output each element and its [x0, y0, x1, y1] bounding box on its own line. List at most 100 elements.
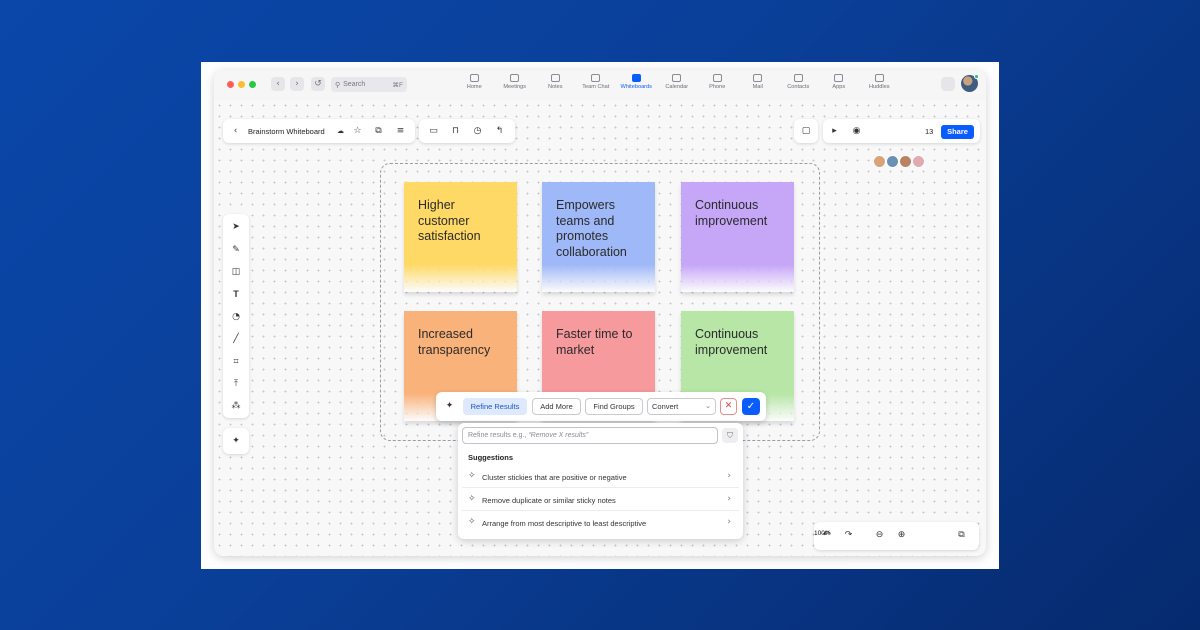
nav-item-huddles[interactable]: Huddles [859, 74, 900, 98]
board-title[interactable]: Brainstorm Whiteboard [248, 127, 325, 136]
filter-icon: ⛉ [727, 431, 733, 440]
sparkle-icon: ✧ [468, 471, 476, 481]
open-external-icon[interactable]: ⧉ [373, 126, 384, 137]
mail-icon [753, 74, 763, 82]
stamp-icon[interactable]: ⊓ [450, 126, 461, 137]
forward-button[interactable]: › [290, 77, 304, 91]
back-arrow-icon[interactable]: ‹ [230, 126, 241, 137]
pen-icon[interactable]: ✎ [231, 245, 242, 256]
ai-action-bar: ✦ Refine Results Add More Find Groups Co… [436, 392, 766, 421]
user-avatar[interactable] [961, 74, 979, 92]
collaborator-avatar[interactable] [886, 155, 899, 168]
nav-item-calendar[interactable]: Calendar [657, 74, 698, 98]
collaborator-avatar[interactable] [912, 155, 925, 168]
suggestion-item[interactable]: ✧ Arrange from most descriptive to least… [462, 512, 739, 534]
frame-icon[interactable]: ⌗ [231, 357, 242, 368]
nav-item-apps[interactable]: Apps [819, 74, 860, 98]
collaborator-avatar[interactable] [899, 155, 912, 168]
sticky-note[interactable]: Empowers teams and promotes collaboratio… [542, 182, 655, 292]
video-camera-icon[interactable]: ▸ [829, 126, 840, 137]
refine-results-input[interactable]: Refine results e.g., “Remove X results” [462, 427, 718, 444]
close-window-button[interactable] [227, 81, 234, 88]
zoom-in-icon[interactable]: ⊕ [896, 530, 907, 541]
favorite-star-icon[interactable]: ☆ [352, 126, 363, 137]
timer-icon[interactable]: ◷ [472, 126, 483, 137]
sticky-note-text: Higher customer satisfaction [418, 198, 481, 243]
account-switcher-button[interactable] [941, 77, 955, 91]
suggestions-panel: Refine results e.g., “Remove X results” … [458, 423, 743, 539]
nav-item-label: Notes [547, 84, 563, 90]
history-icon: ↺ [314, 79, 322, 89]
title-bar: ‹ › ↺ ⚲ Search ⌘F Home Meetings Notes Team … [214, 70, 986, 100]
convert-dropdown-label: Convert [652, 402, 679, 411]
follow-icon[interactable]: ↰ [494, 126, 505, 137]
search-input[interactable]: ⚲ Search ⌘F [331, 77, 407, 92]
minimap-icon[interactable]: ⧉ [956, 530, 967, 541]
sticky-note[interactable]: Continuous improvement [681, 182, 794, 292]
nav-item-label: Team Chat [582, 84, 610, 90]
comments-button[interactable]: ▢ [794, 119, 818, 143]
nav-item-label: Apps [832, 84, 846, 90]
board-header-toolbar: ‹ Brainstorm Whiteboard ☁ ☆ ⧉ ≡ [223, 119, 415, 143]
undo-icon[interactable]: ↶ [821, 530, 832, 541]
sticky-note[interactable]: Higher customer satisfaction [404, 182, 517, 292]
whiteboard-canvas[interactable]: ‹ Brainstorm Whiteboard ☁ ☆ ⧉ ≡ ▭ ⊓ ◷ ↰ … [214, 100, 986, 556]
sparkle-icon: ✧ [468, 517, 476, 527]
nav-item-mail[interactable]: Mail [738, 74, 779, 98]
nav-item-whiteboards[interactable]: Whiteboards [616, 74, 657, 98]
suggestion-item[interactable]: ✧ Remove duplicate or similar sticky not… [462, 489, 739, 511]
add-more-button[interactable]: Add More [532, 398, 581, 415]
refine-input-example: “Remove X results” [528, 432, 589, 439]
redo-icon[interactable]: ↷ [843, 530, 854, 541]
refine-results-button[interactable]: Refine Results [463, 398, 527, 415]
filter-button[interactable]: ⛉ [722, 428, 738, 443]
sticky-note-text: Empowers teams and promotes collaboratio… [556, 198, 627, 259]
refine-input-placeholder: Refine results e.g., [468, 432, 529, 439]
online-status-indicator [974, 74, 979, 79]
upload-icon[interactable]: ⤒ [231, 379, 242, 390]
select-pointer-icon[interactable]: ➤ [231, 222, 242, 233]
comment-icon: ▢ [801, 125, 811, 136]
convert-dropdown[interactable]: Convert ⌄ [647, 398, 716, 415]
accept-button[interactable]: ✓ [742, 398, 760, 415]
minimize-window-button[interactable] [238, 81, 245, 88]
present-icon[interactable]: ▭ [428, 126, 439, 137]
share-button[interactable]: Share [941, 125, 974, 139]
chevron-right-icon: › [727, 471, 731, 481]
ai-companion-button[interactable]: ✦ [223, 428, 249, 454]
nav-item-contacts[interactable]: Contacts [778, 74, 819, 98]
nav-item-label: Whiteboards [620, 84, 652, 90]
notes-icon [550, 74, 560, 82]
history-button[interactable]: ↺ [311, 77, 325, 91]
nav-item-phone[interactable]: Phone [697, 74, 738, 98]
chevron-right-icon: › [295, 79, 299, 89]
video-camera-icon [510, 74, 520, 82]
suggestion-text: Arrange from most descriptive to least d… [482, 519, 647, 528]
back-button[interactable]: ‹ [271, 77, 285, 91]
maximize-window-button[interactable] [249, 81, 256, 88]
line-icon[interactable]: ╱ [231, 334, 242, 345]
search-placeholder: Search [343, 81, 366, 88]
find-groups-button[interactable]: Find Groups [585, 398, 643, 415]
apps-icon [834, 74, 844, 82]
cloud-saved-icon: ☁ [337, 127, 344, 135]
menu-icon[interactable]: ≡ [395, 126, 406, 137]
whiteboard-icon [631, 74, 641, 82]
nav-item-meetings[interactable]: Meetings [495, 74, 536, 98]
sticky-note-icon[interactable]: ◫ [231, 267, 242, 278]
chevron-down-icon: ⌄ [705, 402, 711, 410]
nav-item-home[interactable]: Home [454, 74, 495, 98]
visibility-icon[interactable]: ◉ [851, 126, 862, 137]
zoom-out-icon[interactable]: ⊖ [874, 530, 885, 541]
discard-button[interactable]: ✕ [720, 398, 737, 415]
suggestion-item[interactable]: ✧ Cluster stickies that are positive or … [462, 466, 739, 488]
nav-item-team-chat[interactable]: Team Chat [576, 74, 617, 98]
nav-item-notes[interactable]: Notes [535, 74, 576, 98]
collaborator-avatar[interactable] [873, 155, 886, 168]
sparkle-icon: ✦ [445, 401, 454, 411]
text-icon[interactable]: T [231, 289, 242, 300]
shapes-icon[interactable]: ◔ [231, 312, 242, 323]
screenshot-frame: ‹ › ↺ ⚲ Search ⌘F Home Meetings Notes Team … [201, 62, 999, 569]
zoom-toolbar: ↶ ↷ ⊖ ⊕ 100% ⧉ [814, 522, 979, 550]
more-tools-icon[interactable]: ⁂ [231, 401, 242, 412]
